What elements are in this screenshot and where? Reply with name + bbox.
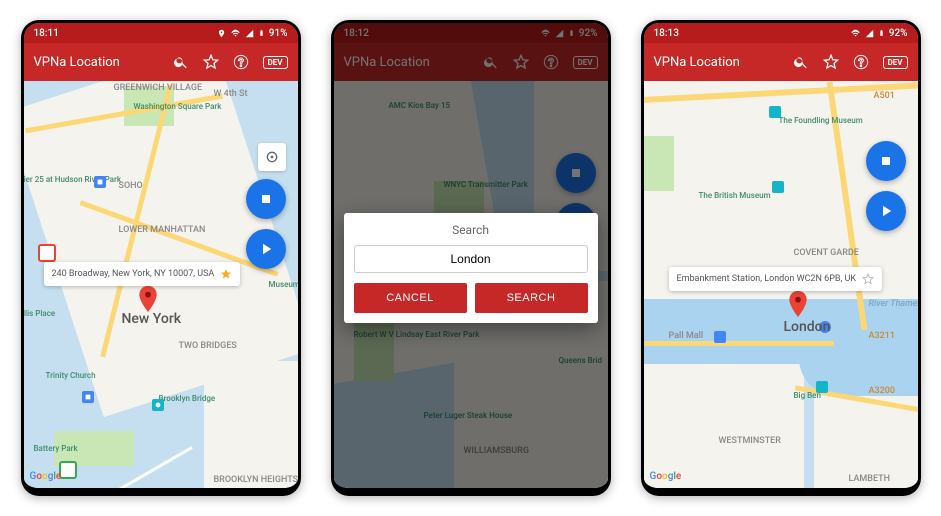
map-label-trinity: Trinity Church: [46, 371, 96, 380]
status-right: 92%: [850, 28, 908, 39]
phone-screen-3: 18:13 92% VPNa Location DEV The Foundlin…: [641, 20, 921, 496]
stop-icon: [258, 191, 274, 207]
status-right: 91%: [217, 28, 288, 39]
map-label-westminster: WESTMINSTER: [719, 436, 781, 446]
location-icon: [217, 29, 226, 38]
map-label-lower-manh: LOWER MANHATTAN: [119, 226, 206, 236]
dev-badge[interactable]: DEV: [263, 56, 288, 69]
map-label-w4th: W 4th St: [214, 89, 248, 99]
map-pin-icon: [789, 291, 807, 317]
museum-poi-icon: [152, 399, 164, 411]
map-area[interactable]: GREENWICH VILLAGE W 4th St Washington Sq…: [24, 81, 298, 488]
stop-icon: [878, 153, 894, 169]
metro-poi-icon: [94, 176, 106, 188]
map-label-battery: Battery Park: [34, 444, 78, 453]
stop-fab[interactable]: [866, 141, 906, 181]
dialog-title: Search: [354, 223, 588, 237]
play-icon: [257, 240, 275, 258]
search-input[interactable]: [354, 245, 588, 273]
star-icon[interactable]: [823, 54, 839, 70]
favorite-star-icon[interactable]: [862, 273, 874, 285]
map-label-brooklyn-hts: BROOKLYN HEIGHTS: [214, 476, 298, 486]
layers-icon: [264, 149, 280, 165]
phone-screen-2: 18:12 92% VPNa Location DEV AMC Kios Bay…: [331, 20, 611, 496]
museum-poi-icon: [816, 381, 828, 393]
status-time: 18:11: [34, 28, 59, 39]
address-text: 240 Broadway, New York, NY 10007, USA: [52, 269, 215, 279]
status-time: 18:13: [654, 28, 679, 39]
address-bubble[interactable]: Embankment Station, London WC2N 6PB, UK: [669, 267, 882, 291]
map-label-a501: A501: [874, 91, 895, 101]
route-78-icon: [38, 244, 56, 262]
signal-icon: [245, 29, 254, 38]
museum-poi-icon: [769, 106, 781, 118]
cancel-button[interactable]: CANCEL: [354, 283, 467, 313]
map-label-ellis: Ellis Place: [24, 309, 56, 318]
battery-percent: 91%: [269, 28, 288, 39]
status-bar: 18:11 91%: [24, 23, 298, 43]
google-logo: Google: [30, 471, 62, 482]
map-label-pier25: Pier 25 at Hudson River Park: [24, 176, 122, 185]
wifi-icon: [230, 29, 241, 38]
museum-poi-icon: [772, 181, 784, 193]
map-label-lambeth: LAMBETH: [849, 474, 891, 484]
map-label-foundling: The Foundling Museum: [779, 116, 863, 125]
map-label-soho: SOHO: [119, 181, 143, 191]
battery-icon: [258, 28, 265, 38]
map-label-brooklyn-bridge: Brooklyn Bridge: [159, 394, 216, 403]
app-title: VPNa Location: [34, 55, 159, 70]
app-bar: VPNa Location DEV: [24, 43, 298, 81]
wifi-icon: [850, 29, 861, 38]
address-text: Embankment Station, London WC2N 6PB, UK: [677, 274, 856, 284]
map-label-museum: Museum Eldridge: [269, 281, 298, 290]
phone-screen-1: 18:11 91% VPNa Location DEV GREENWICH VI…: [21, 20, 301, 496]
play-fab[interactable]: [246, 229, 286, 269]
map-area[interactable]: The Foundling Museum The British Museum …: [644, 81, 918, 488]
app-title: VPNa Location: [654, 55, 779, 70]
search-dialog: Search CANCEL SEARCH: [344, 213, 598, 323]
address-bubble[interactable]: 240 Broadway, New York, NY 10007, USA: [44, 262, 241, 286]
search-button[interactable]: SEARCH: [475, 283, 588, 313]
search-icon[interactable]: [793, 54, 809, 70]
layers-button[interactable]: [258, 143, 286, 171]
favorite-star-icon[interactable]: [220, 268, 232, 280]
map-label-greenwich: GREENWICH VILLAGE: [114, 83, 203, 93]
map-label-covent: COVENT GARDE: [794, 248, 859, 258]
map-label-two-bridges: TWO BRIDGES: [179, 341, 237, 351]
city-label: London: [784, 319, 831, 335]
play-icon: [877, 202, 895, 220]
city-label: New York: [122, 311, 182, 327]
map-label-washington: Washington Square Park: [134, 103, 222, 112]
metro-poi-icon: [82, 391, 94, 403]
help-icon[interactable]: [233, 54, 249, 70]
map-label-a3211: A3211: [869, 331, 895, 341]
stop-fab[interactable]: [246, 179, 286, 219]
dev-badge[interactable]: DEV: [883, 56, 908, 69]
play-fab[interactable]: [866, 191, 906, 231]
app-bar: VPNa Location DEV: [644, 43, 918, 81]
map-label-british-museum: The British Museum: [699, 191, 771, 200]
signal-icon: [865, 29, 874, 38]
google-logo: Google: [650, 471, 682, 482]
battery-icon: [878, 28, 885, 38]
status-bar: 18:13 92%: [644, 23, 918, 43]
map-label-river: River Thames: [869, 299, 918, 309]
search-icon[interactable]: [173, 54, 189, 70]
battery-percent: 92%: [889, 28, 908, 39]
star-icon[interactable]: [203, 54, 219, 70]
map-label-a3200: A3200: [869, 386, 895, 396]
help-icon[interactable]: [853, 54, 869, 70]
map-pin-icon: [139, 286, 157, 312]
map-label-pall-mall: Pall Mall: [669, 331, 704, 341]
metro-poi-icon: [714, 331, 726, 343]
